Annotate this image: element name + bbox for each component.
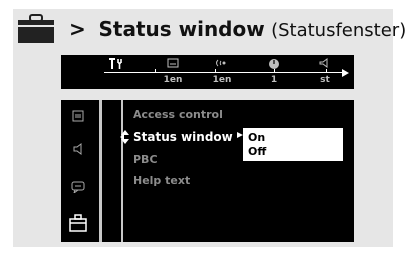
title-sub: (Statusfenster) (271, 20, 406, 41)
sound-icon[interactable] (317, 58, 333, 70)
menu-item-status-window[interactable]: Status window (133, 130, 233, 144)
top-menu-bar: 1en 1en 1 st (61, 55, 354, 89)
sound-value: st (320, 75, 330, 85)
page-title: > Status window (Statusfenster) (17, 12, 406, 46)
title-text: > Status window (Statusfenster) (69, 17, 406, 41)
angle-value: 1 (270, 75, 278, 85)
status-window-options: On Off (237, 128, 343, 161)
option-off[interactable]: Off (248, 145, 266, 158)
up-down-arrow-icon (120, 130, 129, 144)
audio-value: 1en (212, 75, 232, 85)
menu-item-pbc[interactable]: PBC (133, 153, 158, 166)
toolbox-icon (18, 14, 54, 43)
subtitle-icon[interactable] (165, 58, 181, 70)
title-arrow: > (69, 17, 86, 41)
option-on[interactable]: On (248, 131, 265, 144)
sidebar-divider (99, 100, 102, 242)
progress-tick (155, 69, 156, 73)
tools-icon[interactable] (108, 58, 124, 70)
subtitle-value: 1en (163, 75, 183, 85)
title-main: Status window (98, 17, 265, 41)
angle-icon[interactable] (266, 58, 282, 70)
toolbox-icon[interactable] (66, 213, 90, 233)
chat-icon[interactable] (66, 177, 90, 197)
setup-menu-panel: Access control Status window PBC Help te… (61, 100, 354, 242)
audio-icon[interactable] (214, 58, 230, 70)
menu-item-access-control[interactable]: Access control (133, 108, 223, 121)
menu-item-help-text[interactable]: Help text (133, 174, 190, 187)
progress-line (104, 72, 342, 73)
subtitle-icon[interactable] (66, 106, 90, 126)
menu-divider (121, 100, 123, 242)
selection-arrow-icon (237, 132, 243, 138)
speaker-icon[interactable] (66, 139, 90, 159)
